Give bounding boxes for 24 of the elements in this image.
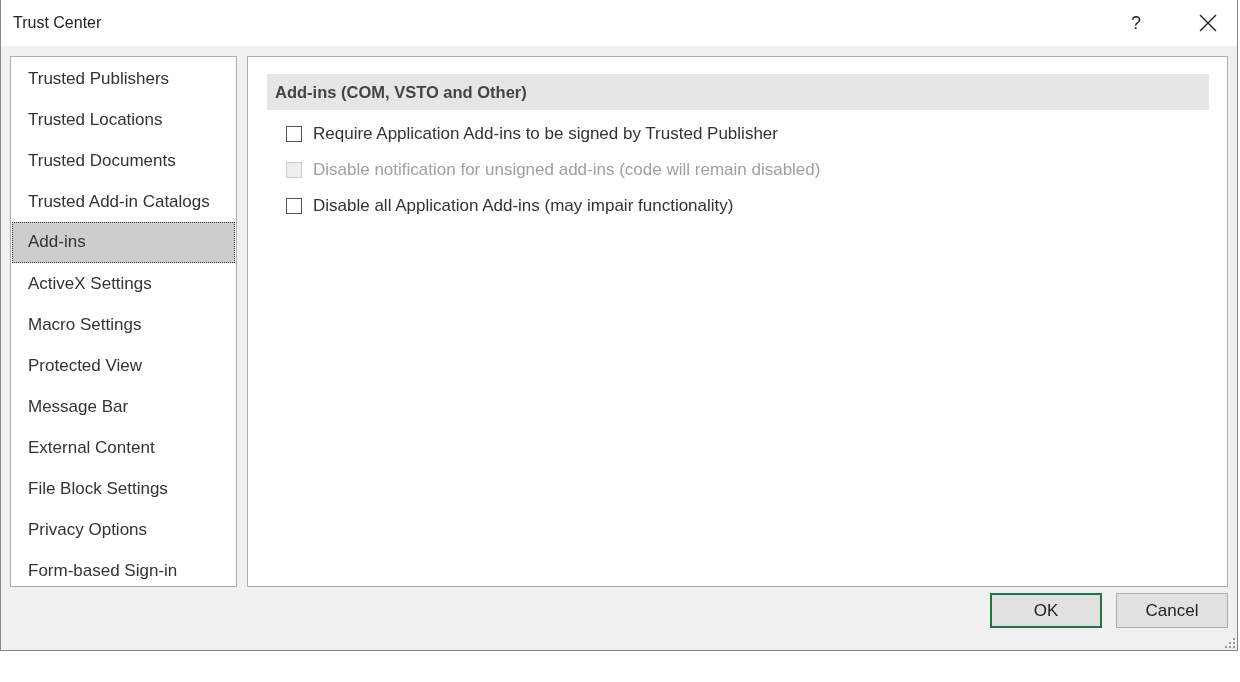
- close-icon: [1199, 14, 1217, 32]
- checkbox[interactable]: [286, 126, 302, 142]
- resize-grip-icon[interactable]: [1225, 638, 1235, 648]
- ok-button[interactable]: OK: [990, 593, 1102, 628]
- sidebar-item[interactable]: Protected View: [12, 345, 235, 386]
- sidebar-item[interactable]: Trusted Locations: [12, 99, 235, 140]
- help-button[interactable]: ?: [1121, 12, 1151, 34]
- sidebar-item[interactable]: File Block Settings: [12, 468, 235, 509]
- sidebar-item[interactable]: Privacy Options: [12, 509, 235, 550]
- sidebar-item[interactable]: Message Bar: [12, 386, 235, 427]
- sidebar-item[interactable]: Macro Settings: [12, 304, 235, 345]
- sidebar-item[interactable]: Form-based Sign-in: [12, 550, 235, 591]
- sidebar-item[interactable]: ActiveX Settings: [12, 263, 235, 304]
- checkbox-label[interactable]: Require Application Add-ins to be signed by Trusted Publisher: [313, 124, 778, 144]
- window-title: Trust Center: [13, 14, 103, 32]
- sidebar-item[interactable]: Add-ins: [12, 222, 235, 263]
- sidebar-item[interactable]: External Content: [12, 427, 235, 468]
- checkbox-label[interactable]: Disable all Application Add-ins (may impair functionality): [313, 196, 734, 216]
- sidebar-item[interactable]: Trusted Add-in Catalogs: [12, 181, 235, 222]
- cancel-button[interactable]: Cancel: [1116, 593, 1228, 628]
- checkbox[interactable]: [286, 198, 302, 214]
- sidebar-item[interactable]: Trusted Publishers: [12, 58, 235, 99]
- sidebar-item[interactable]: Trusted Documents: [12, 140, 235, 181]
- section-header: Add-ins (COM, VSTO and Other): [267, 74, 1209, 110]
